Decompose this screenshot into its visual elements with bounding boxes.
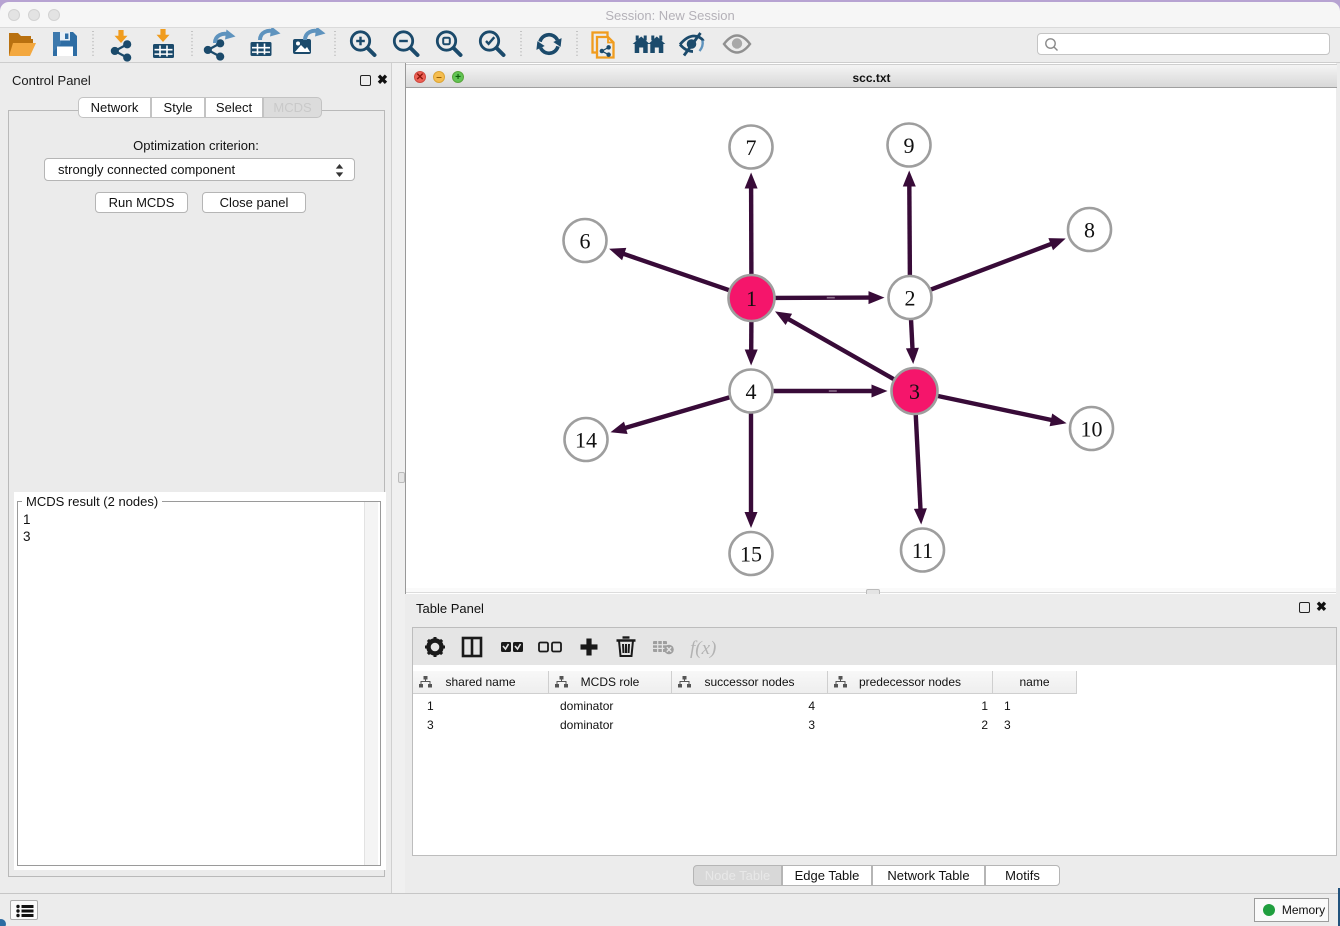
svg-text:f(x): f(x) (690, 638, 716, 659)
svg-text:4: 4 (746, 379, 757, 404)
svg-text:3: 3 (909, 379, 920, 404)
svg-text:14: 14 (575, 428, 597, 453)
svg-text:15: 15 (740, 542, 762, 567)
svg-text:1: 1 (746, 286, 757, 311)
svg-text:2: 2 (905, 286, 916, 311)
svg-text:9: 9 (904, 133, 915, 158)
svg-text:7: 7 (746, 135, 757, 160)
svg-text:8: 8 (1084, 218, 1095, 243)
svg-text:6: 6 (580, 229, 591, 254)
svg-text:10: 10 (1081, 417, 1103, 442)
svg-text:11: 11 (912, 538, 933, 563)
